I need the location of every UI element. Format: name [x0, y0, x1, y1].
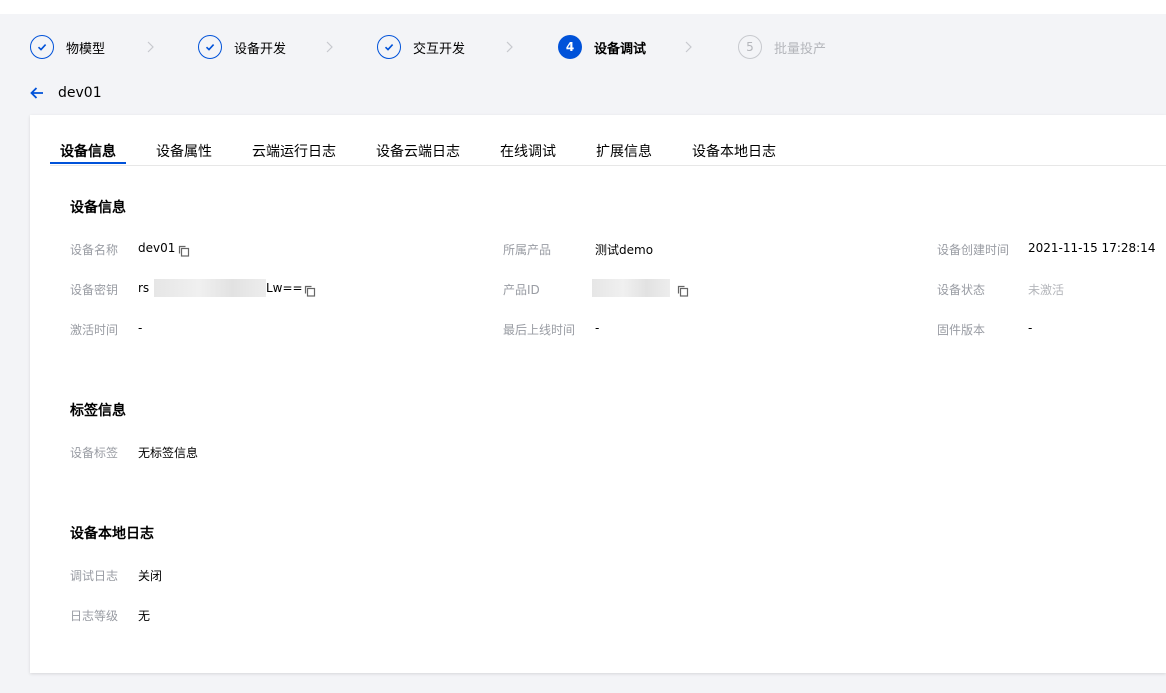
- value-device-tag: 无标签信息: [138, 446, 199, 460]
- label-activation-time: 激活时间: [70, 323, 119, 337]
- back-arrow-icon[interactable]: [28, 84, 46, 102]
- copy-icon[interactable]: [178, 245, 190, 257]
- copy-icon[interactable]: [677, 285, 689, 297]
- chevron-right-icon: [685, 41, 692, 53]
- step-3[interactable]: 交互开发: [377, 34, 465, 60]
- label-device-status: 设备状态: [937, 283, 986, 297]
- section-title-device-info: 设备信息: [70, 200, 126, 216]
- tab-bar: 设备信息 设备属性 云端运行日志 设备云端日志 在线调试 扩展信息 设备本地日志: [50, 115, 1166, 166]
- check-icon: [377, 35, 401, 59]
- device-title: dev01: [58, 85, 102, 101]
- section-title-local-log: 设备本地日志: [70, 526, 154, 542]
- chevron-right-icon: [147, 41, 154, 53]
- value-device-name: dev01: [138, 241, 176, 255]
- value-firmware: -: [1028, 321, 1033, 335]
- section-title-tag-info: 标签信息: [70, 403, 126, 419]
- step-label: 物模型: [66, 41, 106, 57]
- tab-cloud-run-log[interactable]: 云端运行日志: [252, 141, 336, 161]
- tab-device-info[interactable]: 设备信息: [60, 141, 116, 161]
- value-log-level: 无: [138, 609, 151, 623]
- step-1[interactable]: 物模型: [30, 34, 105, 60]
- label-created-time: 设备创建时间: [937, 243, 1010, 257]
- product-id-redaction: [592, 279, 670, 297]
- check-icon: [198, 35, 222, 59]
- value-created-time: 2021-11-15 17:28:14: [1028, 241, 1156, 255]
- label-device-name: 设备名称: [70, 243, 119, 257]
- tab-device-cloud-log[interactable]: 设备云端日志: [376, 141, 460, 161]
- copy-icon[interactable]: [304, 285, 316, 297]
- step-5[interactable]: 5 批量投产: [738, 34, 826, 60]
- device-detail-card: 设备信息 设备属性 云端运行日志 设备云端日志 在线调试 扩展信息 设备本地日志…: [30, 115, 1166, 673]
- step-label: 设备调试: [594, 41, 647, 57]
- chevron-right-icon: [326, 41, 333, 53]
- value-product: 测试demo: [595, 243, 654, 257]
- step-number: 5: [738, 35, 762, 59]
- label-firmware: 固件版本: [937, 323, 986, 337]
- value-last-online: -: [595, 321, 600, 335]
- step-number: 4: [558, 35, 582, 59]
- value-secret-prefix: rs: [138, 281, 150, 295]
- label-device-tag: 设备标签: [70, 446, 119, 460]
- value-secret-suffix: Lw==: [266, 281, 303, 295]
- value-debug-log: 关闭: [138, 569, 163, 583]
- step-2[interactable]: 设备开发: [198, 34, 286, 60]
- secret-redaction: [154, 279, 266, 297]
- step-label: 设备开发: [234, 41, 287, 57]
- label-product-id: 产品ID: [503, 283, 540, 297]
- chevron-right-icon: [506, 41, 513, 53]
- tab-extended-info[interactable]: 扩展信息: [596, 141, 652, 161]
- label-log-level: 日志等级: [70, 609, 119, 623]
- label-debug-log: 调试日志: [70, 569, 119, 583]
- tab-online-debug[interactable]: 在线调试: [500, 141, 556, 161]
- label-last-online: 最后上线时间: [503, 323, 576, 337]
- step-4[interactable]: 4 设备调试: [558, 34, 646, 60]
- value-device-status: 未激活: [1028, 283, 1065, 297]
- value-activation-time: -: [138, 321, 143, 335]
- top-strip: [0, 0, 1166, 14]
- step-label: 交互开发: [413, 41, 466, 57]
- label-device-secret: 设备密钥: [70, 283, 119, 297]
- check-icon: [30, 35, 54, 59]
- label-product: 所属产品: [503, 243, 552, 257]
- tab-device-properties[interactable]: 设备属性: [156, 141, 212, 161]
- back-row: dev01: [28, 84, 102, 102]
- tab-device-local-log[interactable]: 设备本地日志: [692, 141, 776, 161]
- active-tab-indicator: [50, 162, 126, 164]
- step-label: 批量投产: [774, 41, 827, 57]
